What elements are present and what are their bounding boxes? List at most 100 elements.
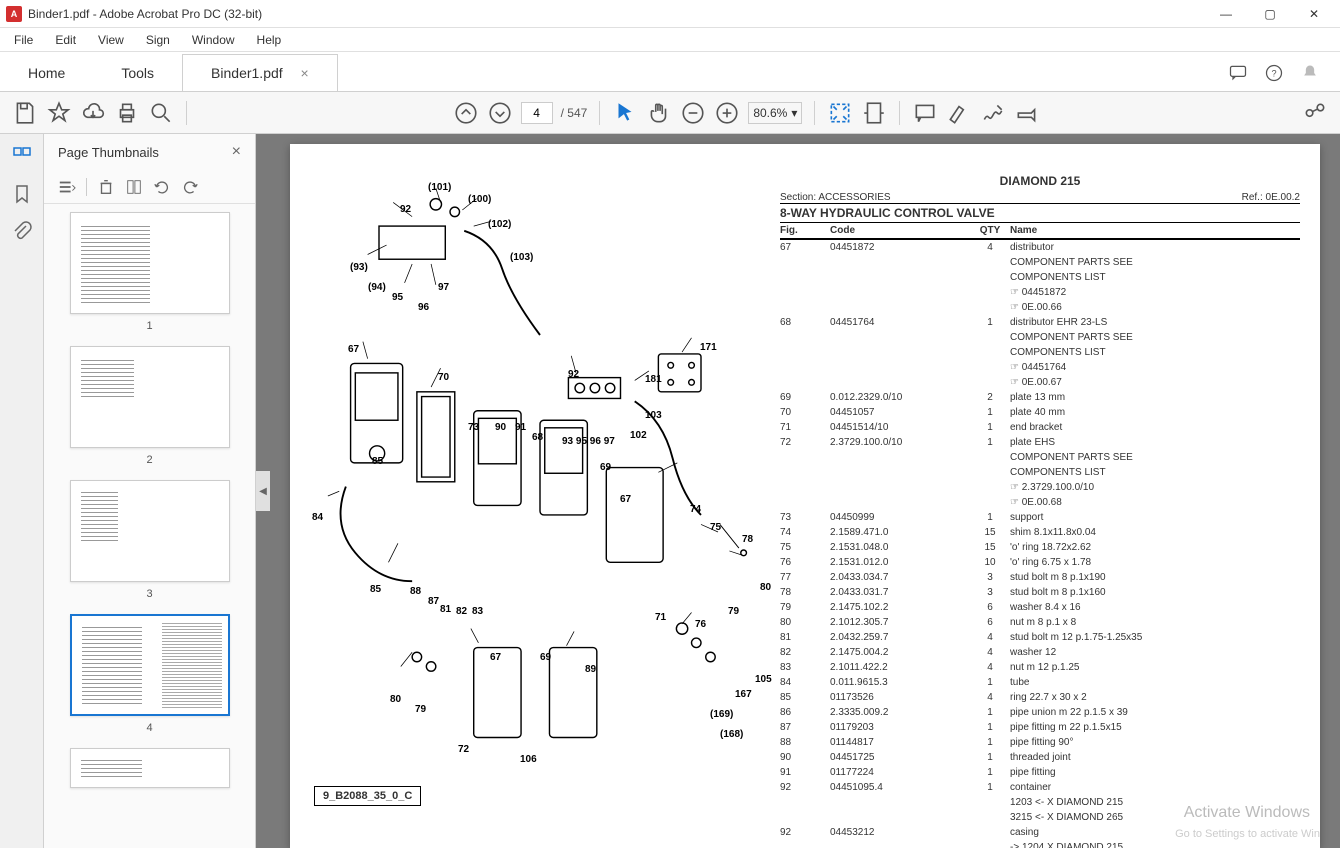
table-header: Fig. Code QTY Name (780, 223, 1300, 240)
callout-number: 171 (700, 342, 717, 353)
zoom-in-icon[interactable] (714, 100, 740, 126)
share-icon[interactable] (1302, 100, 1328, 126)
menu-file[interactable]: File (4, 31, 43, 49)
table-row: 87011792031pipe fitting m 22 p.1.5x15 (780, 720, 1300, 735)
callout-number: 67 (620, 494, 631, 505)
table-row: 792.1475.102.26washer 8.4 x 16 (780, 600, 1300, 615)
chat-icon[interactable] (1228, 63, 1248, 83)
table-row: COMPONENTS LIST (780, 345, 1300, 360)
callout-number: 75 (710, 522, 721, 533)
callout-number: (102) (488, 219, 511, 230)
tab-close-icon[interactable]: × (301, 65, 309, 81)
thumbnails-tab-icon[interactable] (10, 144, 34, 168)
thumbnail-list[interactable]: 1 2 3 4 (44, 204, 255, 848)
thumb-rotate-cw-icon[interactable] (181, 178, 199, 196)
print-icon[interactable] (114, 100, 140, 126)
table-row: ☞ 0E.00.66 (780, 300, 1300, 315)
side-tab-strip (0, 134, 44, 848)
thumbnail-page-3[interactable] (70, 480, 230, 582)
save-icon[interactable] (12, 100, 38, 126)
menu-help[interactable]: Help (247, 31, 292, 49)
highlight-icon[interactable] (946, 100, 972, 126)
callout-number: 106 (520, 754, 537, 765)
separator (599, 101, 600, 125)
callout-number: 85 (372, 456, 383, 467)
page-number-input[interactable] (521, 102, 553, 124)
close-button[interactable]: ✕ (1294, 2, 1334, 26)
thumbnail-page-5[interactable] (70, 748, 230, 788)
search-icon[interactable] (148, 100, 174, 126)
table-row: 67044518724distributor (780, 240, 1300, 255)
fit-width-icon[interactable] (861, 100, 887, 126)
table-row: 772.0433.034.73stud bolt m 8 p.1x190 (780, 570, 1300, 585)
callout-number: 90 (495, 422, 506, 433)
doc-title: DIAMOND 215 (780, 174, 1300, 188)
callout-number: 79 (728, 606, 739, 617)
comment-icon[interactable] (912, 100, 938, 126)
watermark-text-2: Go to Settings to activate Win (1175, 828, 1320, 840)
table-row: 91011772241pipe fitting (780, 765, 1300, 780)
tab-tools[interactable]: Tools (93, 55, 182, 91)
app-icon: A (6, 6, 22, 22)
bookmark-tab-icon[interactable] (10, 182, 34, 206)
sign-icon[interactable] (980, 100, 1006, 126)
callout-number: 69 (600, 462, 611, 473)
thumb-insert-icon[interactable] (125, 178, 143, 196)
table-row: 690.012.2329.0/102plate 13 mm (780, 390, 1300, 405)
cloud-icon[interactable] (80, 100, 106, 126)
titlebar: A Binder1.pdf - Adobe Acrobat Pro DC (32… (0, 0, 1340, 28)
zoom-select[interactable]: 80.6%▾ (748, 102, 802, 124)
hand-icon[interactable] (646, 100, 672, 126)
thumbnail-page-1[interactable] (70, 212, 230, 314)
tab-document[interactable]: Binder1.pdf × (182, 54, 338, 91)
stamp-icon[interactable] (1014, 100, 1040, 126)
diagram-svg (310, 174, 770, 818)
maximize-button[interactable]: ▢ (1250, 2, 1290, 26)
separator (899, 101, 900, 125)
menu-edit[interactable]: Edit (45, 31, 86, 49)
table-row: COMPONENT PARTS SEE (780, 255, 1300, 270)
table-row: COMPONENT PARTS SEE (780, 450, 1300, 465)
table-row: 822.1475.004.24washer 12 (780, 645, 1300, 660)
fit-page-icon[interactable] (827, 100, 853, 126)
attachment-tab-icon[interactable] (10, 220, 34, 244)
document-viewport[interactable]: ◀ (256, 134, 1340, 848)
minimize-button[interactable]: — (1206, 2, 1246, 26)
callout-number: 67 (348, 344, 359, 355)
callout-number: 69 (540, 652, 551, 663)
thumb-label: 3 (146, 588, 152, 600)
pointer-icon[interactable] (612, 100, 638, 126)
content-area: Page Thumbnails × 1 2 3 4 ◀ (0, 134, 1340, 848)
table-row: 762.1531.012.010'o' ring 6.75 x 1.78 (780, 555, 1300, 570)
help-icon[interactable]: ? (1264, 63, 1284, 83)
page-up-icon[interactable] (453, 100, 479, 126)
thumb-rotate-ccw-icon[interactable] (153, 178, 171, 196)
callout-number: 103 (645, 410, 662, 421)
thumbnail-page-2[interactable] (70, 346, 230, 448)
toolbar: / 547 80.6%▾ (0, 92, 1340, 134)
callout-number: 88 (410, 586, 421, 597)
thumb-options-icon[interactable] (58, 178, 76, 196)
thumb-label: 4 (146, 722, 152, 734)
callout-number: 68 (532, 432, 543, 443)
star-icon[interactable] (46, 100, 72, 126)
table-row: -> 1204 X DIAMOND 215 (780, 840, 1300, 848)
menu-view[interactable]: View (88, 31, 134, 49)
page-down-icon[interactable] (487, 100, 513, 126)
thumb-panel-close-icon[interactable]: × (232, 143, 241, 161)
tab-home[interactable]: Home (0, 55, 93, 91)
menu-sign[interactable]: Sign (136, 31, 180, 49)
zoom-out-icon[interactable] (680, 100, 706, 126)
thumbnail-page-4[interactable] (70, 614, 230, 716)
table-body: 67044518724distributorCOMPONENT PARTS SE… (780, 240, 1300, 848)
callout-number: 81 (440, 604, 451, 615)
doc-subtitle: 8-WAY HYDRAULIC CONTROL VALVE (780, 203, 1300, 223)
menu-window[interactable]: Window (182, 31, 245, 49)
table-row: ☞ 04451872 (780, 285, 1300, 300)
callout-number: (101) (428, 182, 451, 193)
collapse-panel-icon[interactable]: ◀ (256, 471, 270, 511)
callout-number: 105 (755, 674, 772, 685)
thumb-delete-icon[interactable] (97, 178, 115, 196)
bell-icon[interactable] (1300, 63, 1320, 83)
callout-number: (169) (710, 709, 733, 720)
